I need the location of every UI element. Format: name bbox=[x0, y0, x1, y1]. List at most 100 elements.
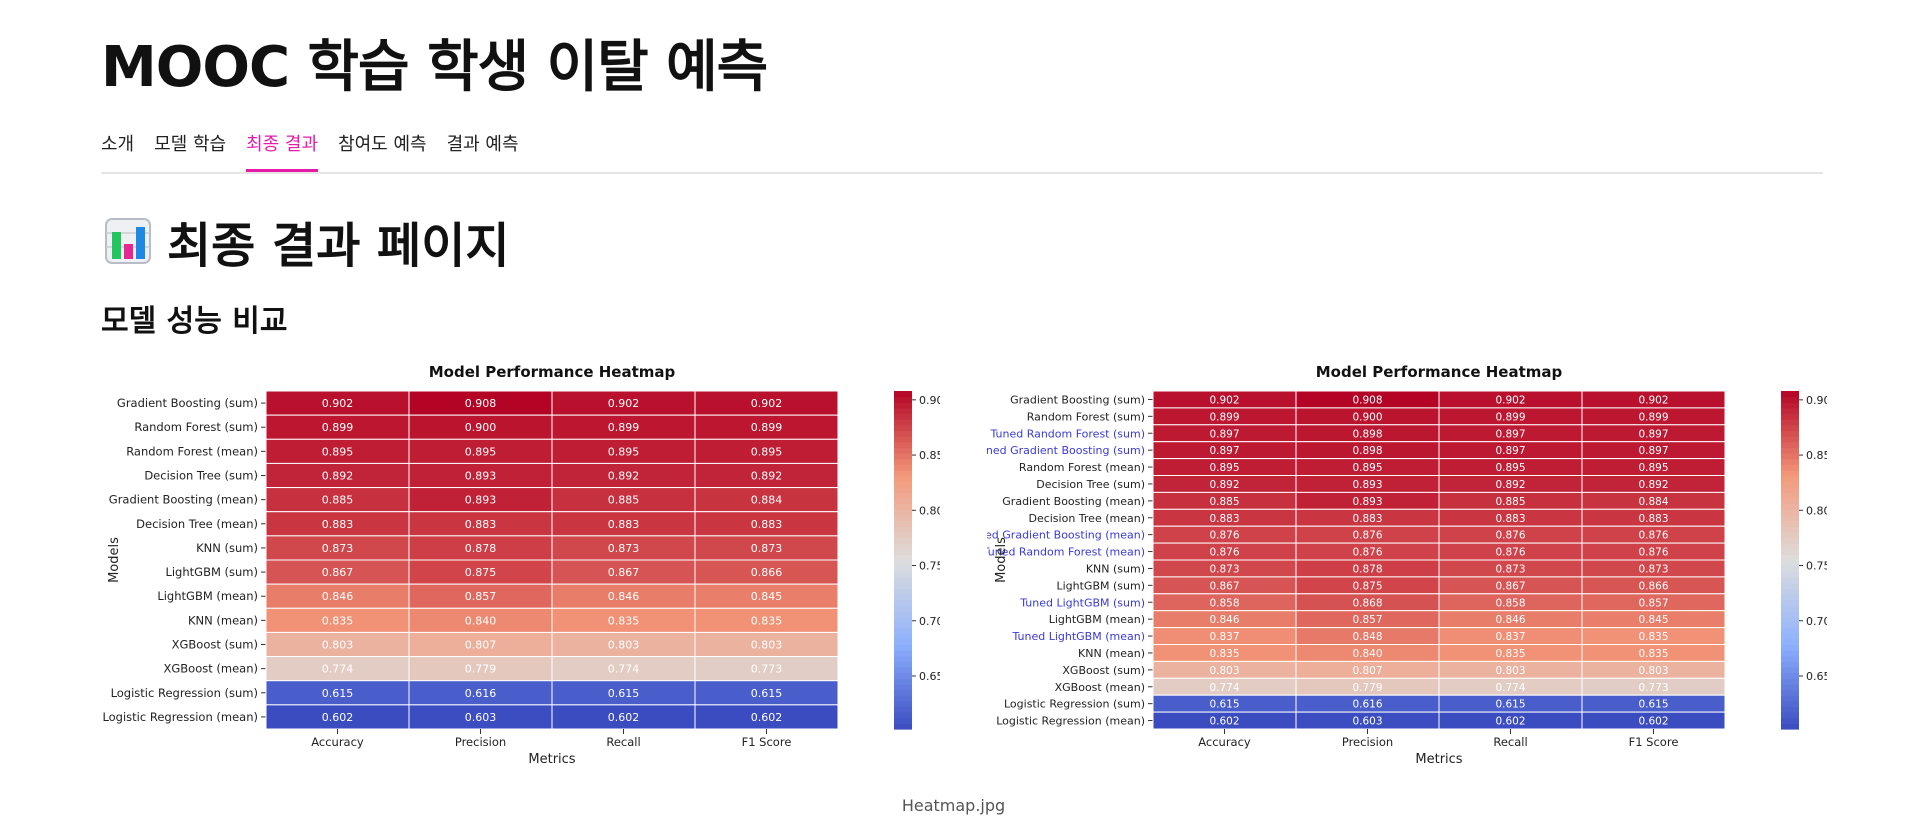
colorbar-segment bbox=[1781, 548, 1799, 555]
cell-value: 0.602 bbox=[1638, 716, 1668, 728]
row-label: XGBoost (mean) bbox=[164, 662, 259, 676]
row-label: KNN (sum) bbox=[1086, 562, 1145, 575]
colorbar-tick-label: 0.85 bbox=[1806, 449, 1827, 462]
colorbar-segment bbox=[894, 593, 912, 601]
colorbar-segment bbox=[1781, 610, 1799, 617]
row-label: KNN (mean) bbox=[188, 613, 258, 627]
colorbar-segment bbox=[1781, 717, 1799, 724]
cell-value: 0.602 bbox=[1209, 716, 1239, 728]
colorbar-segment bbox=[1781, 486, 1799, 493]
colorbar-segment bbox=[894, 464, 912, 471]
column-label: Recall bbox=[1493, 735, 1527, 749]
cell-value: 0.857 bbox=[1352, 614, 1382, 626]
cell-value: 0.885 bbox=[608, 494, 640, 507]
colorbar-segment bbox=[894, 560, 912, 567]
colorbar-segment bbox=[894, 537, 912, 544]
column-label: Accuracy bbox=[1198, 735, 1251, 749]
colorbar-segment bbox=[1781, 419, 1799, 426]
cell-value: 0.899 bbox=[1495, 411, 1525, 423]
cell-value: 0.835 bbox=[608, 614, 640, 627]
cell-value: 0.845 bbox=[1638, 614, 1668, 626]
colorbar-segment bbox=[894, 678, 912, 685]
colorbar-segment bbox=[894, 391, 912, 398]
colorbar-segment bbox=[894, 447, 912, 454]
column-label: Recall bbox=[606, 735, 640, 749]
colorbar-segment bbox=[894, 526, 912, 533]
tab-result-prediction[interactable]: 결과 예측 bbox=[447, 128, 519, 168]
colorbar-segment bbox=[894, 616, 912, 623]
cell-value: 0.835 bbox=[322, 614, 354, 627]
cell-value: 0.835 bbox=[751, 614, 783, 627]
cell-value: 0.603 bbox=[1352, 716, 1382, 728]
cell-value: 0.857 bbox=[465, 590, 497, 603]
colorbar-segment bbox=[894, 683, 912, 691]
colorbar-segment bbox=[1781, 700, 1799, 708]
cell-value: 0.803 bbox=[1209, 665, 1239, 677]
tab-intro[interactable]: 소개 bbox=[101, 128, 134, 168]
cell-value: 0.878 bbox=[465, 542, 497, 555]
colorbar-segment bbox=[894, 610, 912, 617]
cell-value: 0.835 bbox=[1638, 648, 1668, 660]
cell-value: 0.615 bbox=[608, 687, 640, 700]
cell-value: 0.846 bbox=[608, 590, 640, 603]
cell-value: 0.602 bbox=[608, 711, 640, 724]
chart-title: Model Performance Heatmap bbox=[1316, 363, 1563, 381]
colorbar-segment bbox=[894, 509, 912, 516]
colorbar-segment bbox=[894, 424, 912, 432]
tab-model-training[interactable]: 모델 학습 bbox=[154, 128, 226, 168]
cell-value: 0.876 bbox=[1638, 530, 1668, 542]
cell-value: 0.897 bbox=[1209, 428, 1239, 440]
colorbar-segment bbox=[1781, 667, 1799, 674]
cell-value: 0.876 bbox=[1352, 547, 1382, 559]
cell-value: 0.774 bbox=[322, 663, 354, 676]
colorbar-segment bbox=[1781, 469, 1799, 477]
cell-value: 0.873 bbox=[608, 542, 640, 555]
colorbar-segment bbox=[1781, 531, 1799, 539]
colorbar-tick-label: 0.75 bbox=[919, 560, 940, 573]
colorbar-segment bbox=[894, 644, 912, 651]
tab-engagement-prediction[interactable]: 참여도 예측 bbox=[338, 128, 427, 168]
colorbar-tick-label: 0.70 bbox=[1806, 615, 1827, 628]
cell-value: 0.867 bbox=[608, 566, 640, 579]
cell-value: 0.902 bbox=[1638, 394, 1668, 406]
colorbar-segment bbox=[894, 700, 912, 708]
colorbar-segment bbox=[1781, 458, 1799, 465]
heatmap-chart-2: Model Performance Heatmap Gradient Boosti… bbox=[987, 355, 1827, 795]
cell-value: 0.897 bbox=[1209, 445, 1239, 457]
cell-value: 0.876 bbox=[1209, 530, 1239, 542]
cell-value: 0.902 bbox=[751, 397, 783, 410]
cell-value: 0.899 bbox=[1209, 411, 1239, 423]
row-label: Tuned LightGBM (mean) bbox=[1011, 630, 1145, 643]
cell-value: 0.803 bbox=[1638, 665, 1668, 677]
tab-final-results[interactable]: 최종 결과 bbox=[246, 128, 319, 172]
colorbar-segment bbox=[1781, 481, 1799, 488]
cell-value: 0.803 bbox=[608, 639, 640, 652]
cell-value: 0.779 bbox=[1352, 682, 1382, 694]
colorbar-segment bbox=[1781, 633, 1799, 640]
cell-value: 0.873 bbox=[322, 542, 354, 555]
cell-value: 0.876 bbox=[1209, 547, 1239, 559]
colorbar-segment bbox=[894, 576, 912, 584]
colorbar-segment bbox=[894, 441, 912, 448]
section-title: 모델 성능 비교 bbox=[101, 304, 288, 339]
colorbar-segment bbox=[1781, 627, 1799, 634]
colorbar-segment bbox=[894, 503, 912, 510]
colorbar-segment bbox=[1781, 509, 1799, 516]
cell-value: 0.615 bbox=[1638, 699, 1668, 711]
cell-value: 0.893 bbox=[1352, 479, 1382, 491]
x-axis-label: Metrics bbox=[1415, 752, 1462, 767]
colorbar-segment bbox=[1781, 723, 1799, 730]
cell-value: 0.603 bbox=[465, 711, 497, 724]
cell-value: 0.846 bbox=[1495, 614, 1525, 626]
colorbar-segment bbox=[1781, 464, 1799, 471]
colorbar-segment bbox=[894, 402, 912, 409]
colorbar-segment bbox=[894, 667, 912, 674]
cell-value: 0.873 bbox=[1209, 563, 1239, 575]
cell-value: 0.866 bbox=[1638, 580, 1668, 592]
cell-value: 0.615 bbox=[1209, 699, 1239, 711]
colorbar-segment bbox=[1781, 616, 1799, 623]
cell-value: 0.883 bbox=[322, 518, 354, 531]
colorbar-segment bbox=[894, 599, 912, 606]
y-axis-label: Models bbox=[107, 537, 122, 583]
row-label: Gradient Boosting (mean) bbox=[109, 493, 258, 507]
